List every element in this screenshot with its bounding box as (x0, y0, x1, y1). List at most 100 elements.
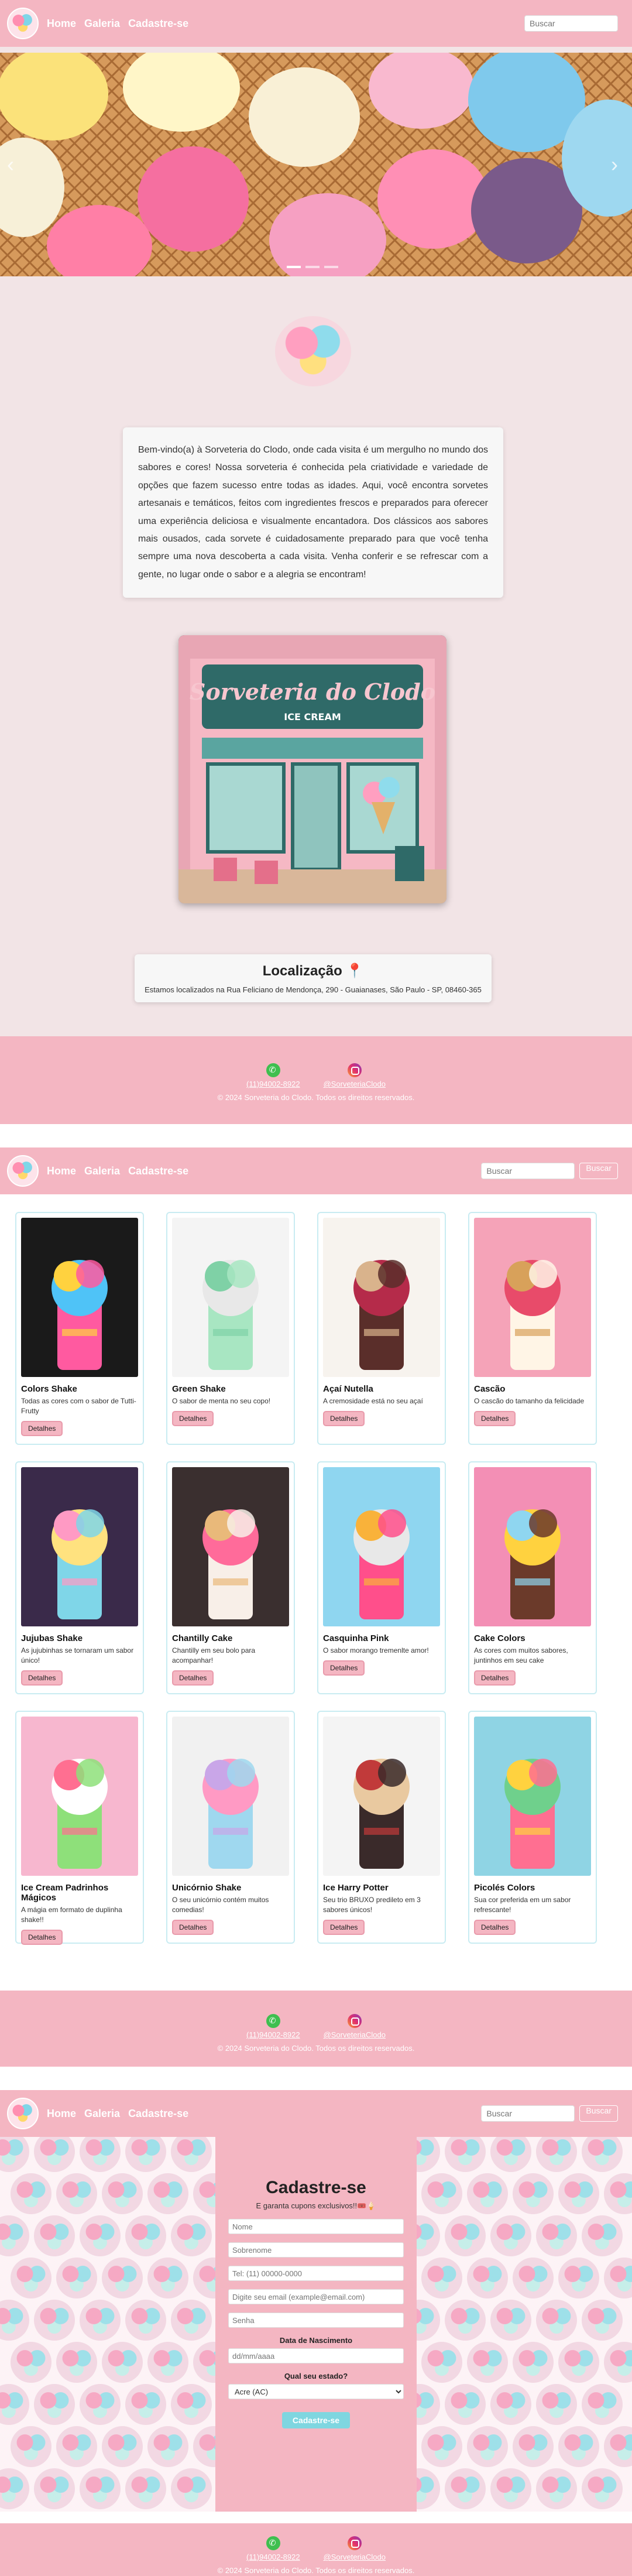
carousel-dot[interactable] (324, 266, 338, 268)
pattern-logo (536, 2137, 577, 2172)
signup-title: Cadastre-se (266, 2178, 366, 2197)
product-description: As jujubinhas se tornaram um sabor único… (21, 1646, 134, 1664)
carousel-dot[interactable] (287, 266, 301, 268)
details-button[interactable]: Detalhes (172, 1919, 214, 1935)
pattern-logo (513, 2342, 554, 2383)
pattern-logo (421, 2426, 462, 2467)
password-field[interactable] (228, 2313, 404, 2328)
details-button[interactable]: Detalhes (474, 1410, 516, 1426)
footer: (11)94002-8922 @SorveteriaClodo © 2024 S… (0, 1991, 632, 2067)
product-description: Seu trio BRUXO predileto em 3 sabores ún… (323, 1896, 421, 1914)
product-card: Green Shake O sabor de menta no seu copo!… (166, 1212, 295, 1445)
pattern-logo (80, 2300, 121, 2341)
instagram-contact[interactable]: @SorveteriaClodo (324, 2536, 386, 2561)
details-button[interactable]: Detalhes (21, 1929, 63, 1945)
welcome-text: Bem-vindo(a) à Sorveteria do Clodo, onde… (138, 445, 488, 580)
nav-link-gallery[interactable]: Galeria (84, 18, 120, 30)
phone-link[interactable]: (11)94002-8922 (246, 1080, 300, 1088)
product-card: Ice Cream Padrinhos Mágicos A mágia em fo… (15, 1711, 144, 1945)
details-button[interactable]: Detalhes (323, 1919, 365, 1935)
nav-links: Home Galeria Cadastre-se (47, 2108, 188, 2120)
copyright: © 2024 Sorveteria do Clodo. Todos os dir… (217, 1093, 415, 1102)
details-button[interactable]: Detalhes (474, 1670, 516, 1686)
instagram-link[interactable]: @SorveteriaClodo (324, 2030, 386, 2039)
pattern-logo (80, 2468, 121, 2509)
details-button[interactable]: Detalhes (323, 1410, 365, 1426)
instagram-contact[interactable]: @SorveteriaClodo (324, 1063, 386, 1088)
navbar: Home Galeria Cadastre-se Buscar (0, 1147, 632, 1194)
nav-link-home[interactable]: Home (47, 1165, 76, 1177)
pattern-logo (467, 2342, 508, 2383)
carousel-prev-icon[interactable]: ‹ (7, 152, 14, 177)
navbar: Home Galeria Cadastre-se (0, 0, 632, 47)
pattern-logo (421, 2342, 462, 2383)
phone-link[interactable]: (11)94002-8922 (246, 2553, 300, 2561)
nav-link-home[interactable]: Home (47, 2108, 76, 2120)
product-card: Chantilly Cake Chantilly em seu bolo para… (166, 1461, 295, 1694)
carousel-next-icon[interactable]: › (611, 152, 618, 177)
hero-image (0, 53, 632, 276)
logo[interactable] (7, 8, 39, 39)
pattern-logo (125, 2215, 166, 2256)
instagram-link[interactable]: @SorveteriaClodo (324, 2553, 386, 2561)
instagram-link[interactable]: @SorveteriaClodo (324, 1080, 386, 1088)
search-button[interactable]: Buscar (579, 1163, 618, 1179)
product-description: Sua cor preferida em um sabor refrescant… (474, 1896, 571, 1914)
phone-link[interactable]: (11)94002-8922 (246, 2030, 300, 2039)
product-illustration (51, 1260, 108, 1370)
details-button[interactable]: Detalhes (323, 1660, 365, 1676)
nav-link-signup[interactable]: Cadastre-se (128, 2108, 188, 2120)
carousel-dot[interactable] (305, 266, 320, 268)
pattern-logo (536, 2215, 577, 2256)
footer-social: (11)94002-8922 @SorveteriaClodo (0, 2536, 632, 2561)
product-card: Ice Harry Potter Seu trio BRUXO predileto… (317, 1711, 446, 1944)
logo[interactable] (7, 2098, 39, 2129)
location-box: Localização 📍 Estamos localizados na Rua… (135, 954, 492, 1002)
pattern-logo (536, 2384, 577, 2425)
hero-carousel[interactable]: ‹ › (0, 53, 632, 276)
pattern-logo (56, 2342, 97, 2383)
carousel-indicators[interactable] (287, 266, 338, 268)
welcome-text-box: Bem-vindo(a) à Sorveteria do Clodo, onde… (123, 427, 503, 598)
pattern-logo (558, 2342, 599, 2383)
details-button[interactable]: Detalhes (474, 1919, 516, 1935)
email-field[interactable] (228, 2289, 404, 2304)
whatsapp-icon (266, 2014, 280, 2028)
product-image (21, 1218, 138, 1377)
nav-link-home[interactable]: Home (47, 18, 76, 30)
storefront-illustration: Sorveteria do Clodo ICE CREAM (178, 635, 446, 903)
nav-link-signup[interactable]: Cadastre-se (128, 18, 188, 30)
birthdate-field[interactable] (228, 2348, 404, 2363)
product-image (21, 1717, 138, 1876)
footer-social: (11)94002-8922 @SorveteriaClodo (0, 2014, 632, 2039)
footer: (11)94002-8922 @SorveteriaClodo © 2024 S… (0, 2523, 632, 2576)
product-description: As cores com muitos sabores, juntinhos e… (474, 1646, 568, 1664)
search-input[interactable] (481, 2105, 575, 2122)
instagram-icon (347, 2536, 362, 2550)
details-button[interactable]: Detalhes (21, 1420, 63, 1436)
search-input[interactable] (481, 1163, 575, 1179)
pattern-logo (0, 2468, 29, 2509)
state-select[interactable]: Acre (AC) (228, 2384, 404, 2399)
nav-link-signup[interactable]: Cadastre-se (128, 1165, 188, 1177)
search-button[interactable]: Buscar (579, 2105, 618, 2122)
surname-field[interactable] (228, 2242, 404, 2258)
whatsapp-contact[interactable]: (11)94002-8922 (246, 1063, 300, 1088)
pattern-logo (125, 2384, 166, 2425)
whatsapp-contact[interactable]: (11)94002-8922 (246, 2536, 300, 2561)
pattern-logo (490, 2137, 531, 2172)
details-button[interactable]: Detalhes (172, 1410, 214, 1426)
details-button[interactable]: Detalhes (172, 1670, 214, 1686)
phone-field[interactable] (228, 2266, 404, 2281)
name-field[interactable] (228, 2219, 404, 2234)
nav-link-gallery[interactable]: Galeria (84, 2108, 120, 2120)
logo[interactable] (7, 1155, 39, 1187)
whatsapp-contact[interactable]: (11)94002-8922 (246, 2014, 300, 2039)
search-input[interactable] (524, 15, 618, 32)
instagram-icon (347, 1063, 362, 1077)
details-button[interactable]: Detalhes (21, 1670, 63, 1686)
search-area: Buscar (481, 1163, 618, 1179)
instagram-contact[interactable]: @SorveteriaClodo (324, 2014, 386, 2039)
nav-link-gallery[interactable]: Galeria (84, 1165, 120, 1177)
signup-submit-button[interactable]: Cadastre-se (281, 2412, 351, 2428)
